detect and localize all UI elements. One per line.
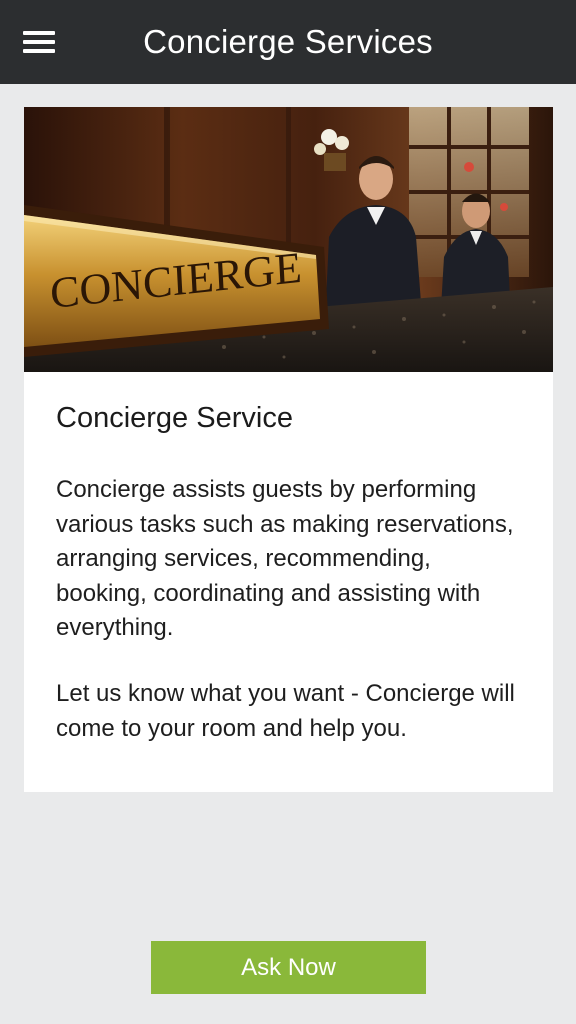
service-description: Concierge assists guests by performing v… [56, 476, 514, 641]
concierge-desk-image: CONCIERGE [24, 107, 553, 372]
app-header: Concierge Services [0, 0, 576, 84]
service-title: Concierge Service [56, 402, 293, 434]
service-card: CONCIERGE Concierge Service Concierge as… [24, 107, 553, 792]
hamburger-menu-icon[interactable] [14, 22, 64, 62]
page-title: Concierge Services [143, 23, 433, 60]
ask-now-button[interactable]: Ask Now [151, 941, 426, 994]
app-screen: Concierge Services CONCIERGE Concierge S… [0, 0, 576, 1024]
service-note: Let us know what you want - Concierge wi… [56, 680, 515, 742]
